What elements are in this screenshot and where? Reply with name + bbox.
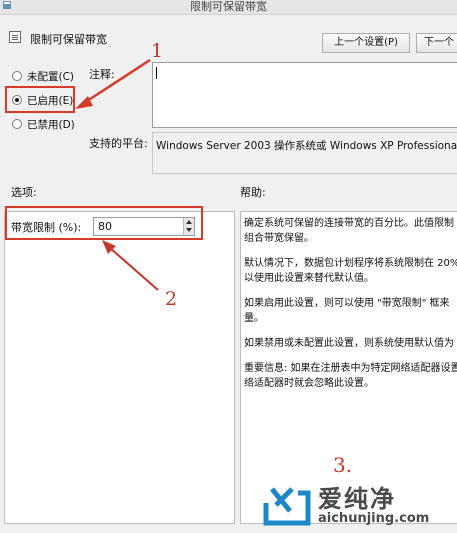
annotation-number-2: 2	[165, 288, 178, 310]
watermark-logo-icon	[263, 487, 311, 526]
annotation-number-3: 3.	[333, 453, 353, 477]
watermark-url: aichunjing.com	[318, 511, 430, 526]
annotation-number-1: 1	[151, 40, 164, 62]
watermark-brand: 爱纯净	[318, 485, 396, 513]
annotation-arrows	[75, 58, 159, 291]
